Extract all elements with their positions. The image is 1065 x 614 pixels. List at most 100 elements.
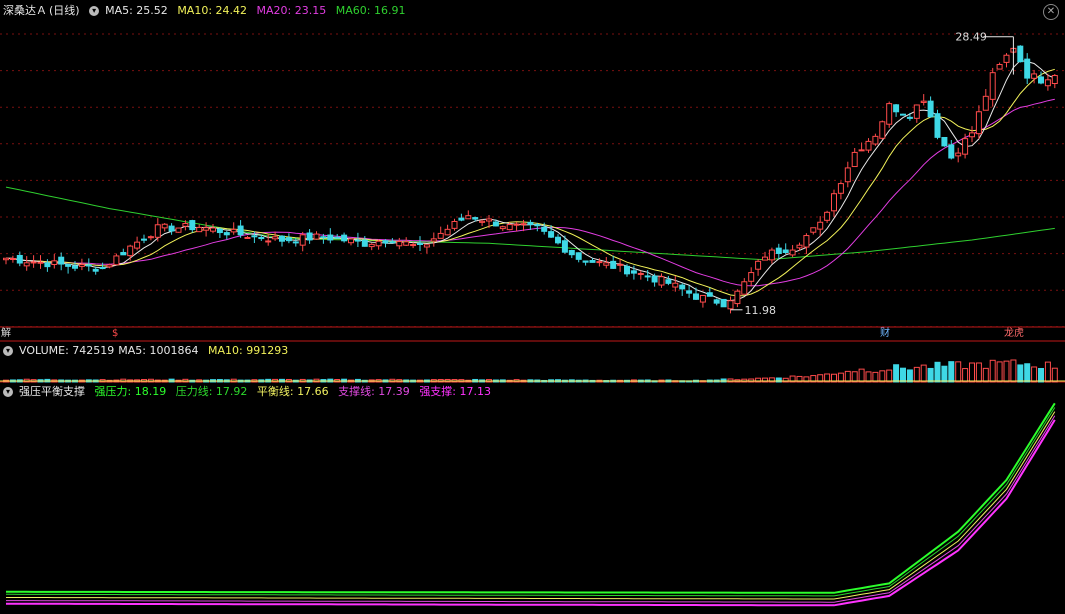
candle-body bbox=[272, 236, 279, 240]
candle-body bbox=[962, 138, 969, 155]
candle-body bbox=[679, 284, 686, 290]
candle-body bbox=[265, 240, 272, 243]
candle-body bbox=[920, 100, 927, 103]
ma10-value: MA10: 24.42 bbox=[177, 4, 248, 17]
candle-body bbox=[706, 292, 713, 297]
candle-body bbox=[120, 252, 127, 256]
candle-body bbox=[417, 242, 423, 245]
candle-body bbox=[141, 238, 147, 241]
candle-body bbox=[989, 72, 996, 100]
candle-body bbox=[644, 275, 651, 278]
pressure-line-value: 压力线: 17.92 bbox=[175, 385, 248, 398]
candle-body bbox=[313, 233, 320, 240]
candle-body bbox=[423, 244, 430, 248]
marker-jie: 解 bbox=[1, 328, 11, 339]
volume-bar bbox=[1051, 367, 1058, 383]
indicator-name: 强压平衡支撑 bbox=[19, 385, 85, 398]
volume-bar bbox=[1024, 363, 1031, 383]
candle-body bbox=[154, 224, 161, 238]
candle-body bbox=[934, 113, 941, 138]
candle-body bbox=[134, 241, 141, 249]
stock-name: 深桑达Ａ bbox=[3, 4, 47, 17]
volume-bar bbox=[858, 368, 865, 383]
candle-body bbox=[651, 275, 658, 283]
candle-body bbox=[437, 232, 444, 239]
ma10-line bbox=[5, 68, 1055, 297]
volume-bar bbox=[969, 362, 975, 383]
candle-body bbox=[810, 227, 817, 233]
volume-bar bbox=[975, 362, 982, 383]
candle-body bbox=[837, 183, 844, 194]
candle-body bbox=[1031, 73, 1038, 79]
candle-body bbox=[975, 111, 982, 135]
candle-body bbox=[78, 264, 85, 267]
candle-body bbox=[410, 244, 417, 247]
candle-body bbox=[23, 262, 30, 267]
candle-body bbox=[617, 263, 624, 266]
settings-toggle-icon[interactable]: ▾ bbox=[89, 6, 100, 16]
volume-value: VOLUME: 742519 bbox=[19, 344, 115, 357]
volume-ma5: MA5: 1001864 bbox=[118, 344, 199, 357]
volume-bar bbox=[996, 361, 1003, 383]
candle-body bbox=[465, 215, 472, 220]
candle-body bbox=[65, 264, 72, 267]
candle-body bbox=[210, 227, 216, 232]
candle-body bbox=[334, 236, 341, 239]
candle-body bbox=[492, 221, 499, 227]
candle-body bbox=[486, 218, 492, 222]
balance-line-line bbox=[6, 411, 1056, 600]
main-panel-header: 深桑达Ａ (日线) ▾ MA5: 25.52 MA10: 24.42 MA20: 2… bbox=[3, 3, 411, 19]
candle-body bbox=[72, 265, 78, 269]
volume-toggle-icon[interactable]: ▾ bbox=[3, 346, 13, 356]
high-price-label: 28.49 bbox=[955, 31, 987, 44]
candle-body bbox=[361, 239, 368, 247]
candle-body bbox=[147, 236, 154, 239]
candle-body bbox=[906, 116, 913, 119]
ma20-value: MA20: 23.15 bbox=[256, 4, 327, 17]
candle-body bbox=[686, 290, 693, 294]
candle-body bbox=[513, 223, 520, 226]
candle-body bbox=[320, 236, 327, 239]
volume-bar bbox=[1003, 360, 1010, 383]
candle-body bbox=[389, 241, 396, 244]
candle-body bbox=[603, 262, 610, 266]
candle-body bbox=[3, 257, 9, 261]
candle-body bbox=[879, 121, 886, 139]
volume-bar bbox=[982, 367, 989, 383]
candle-body bbox=[734, 290, 741, 305]
volume-bar bbox=[927, 367, 934, 383]
volume-panel-header: ▾ VOLUME: 742519 MA5: 1001864 MA10: 991293 bbox=[3, 343, 294, 359]
candle-body bbox=[92, 268, 99, 272]
candle-body bbox=[886, 103, 893, 125]
candle-body bbox=[665, 279, 672, 284]
volume-bar bbox=[913, 366, 920, 383]
candle-body bbox=[824, 211, 831, 221]
candle-body bbox=[893, 104, 900, 113]
candle-body bbox=[348, 238, 354, 244]
candle-body bbox=[9, 258, 16, 261]
indicator-toggle-icon[interactable]: ▾ bbox=[3, 387, 13, 397]
candle-body bbox=[555, 236, 561, 244]
pressure-line-line bbox=[6, 407, 1056, 597]
candle-body bbox=[327, 234, 334, 241]
candle-body bbox=[865, 140, 872, 151]
candle-body bbox=[106, 264, 113, 268]
candle-body bbox=[969, 132, 975, 138]
stock-chart[interactable]: 28.49 11.98 bbox=[0, 0, 1065, 614]
candle-body bbox=[789, 249, 796, 256]
candle-body bbox=[817, 221, 824, 230]
candle-body bbox=[299, 234, 306, 246]
candle-body bbox=[520, 223, 527, 226]
close-icon[interactable]: ✕ bbox=[1043, 4, 1059, 20]
volume-bar bbox=[727, 378, 734, 383]
period-label: (日线) bbox=[49, 4, 80, 17]
candle-body bbox=[582, 260, 589, 263]
strong-pressure-value: 强压力: 18.19 bbox=[94, 385, 167, 398]
indicator-lines bbox=[6, 402, 1056, 607]
candle-body bbox=[306, 232, 313, 241]
candle-body bbox=[561, 240, 568, 253]
candle-body bbox=[1051, 75, 1058, 85]
volume-bar bbox=[948, 361, 955, 383]
candle-body bbox=[113, 255, 120, 266]
candle-body bbox=[1024, 58, 1031, 79]
